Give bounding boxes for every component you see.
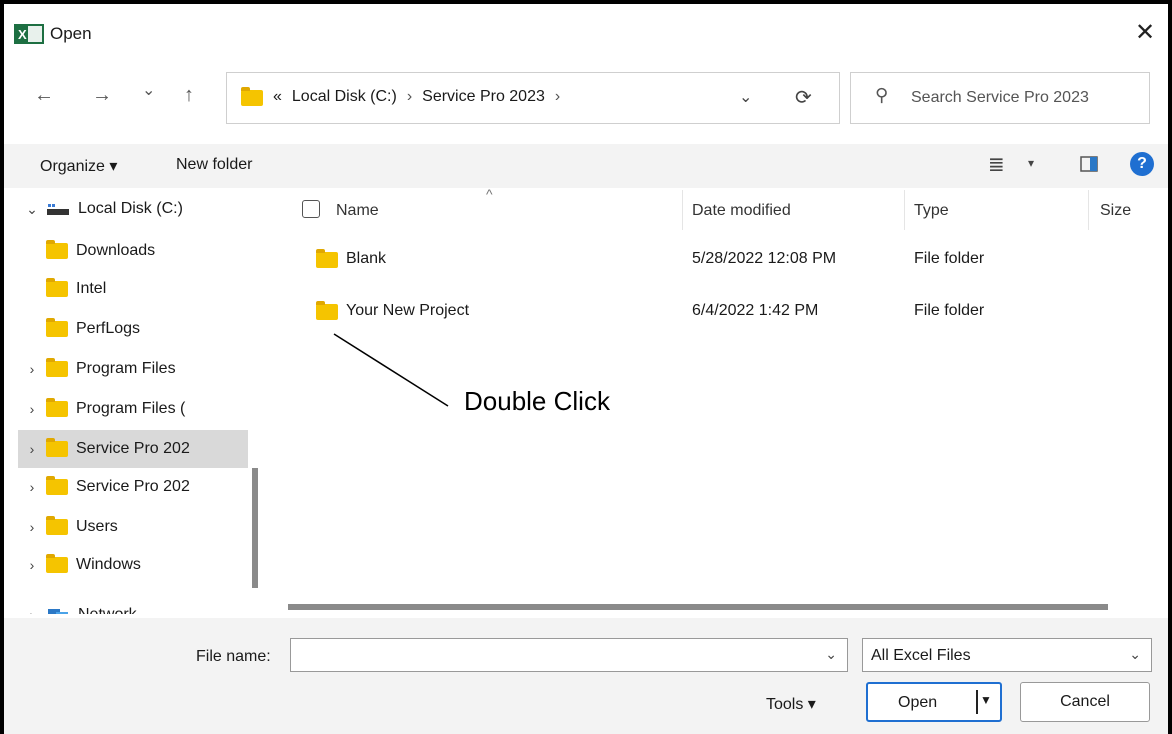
cancel-button[interactable]: Cancel <box>1020 682 1150 722</box>
file-type-filter[interactable]: All Excel Files ⌄ <box>862 638 1152 672</box>
chevron-down-icon[interactable]: ⌄ <box>1129 646 1141 663</box>
open-split-dropdown[interactable]: ▼ <box>976 690 992 714</box>
tools-menu[interactable]: Tools ▾ <box>766 694 816 714</box>
open-button-label: Open <box>898 694 938 711</box>
file-type-filter-value: All Excel Files <box>871 647 971 664</box>
cancel-button-label: Cancel <box>1060 693 1110 710</box>
file-name-label: File name: <box>196 648 271 665</box>
chevron-down-icon[interactable]: ⌄ <box>825 646 837 663</box>
open-dialog: X Open ✕ ← → ⌄ ↑ « Local Disk (C:) › Ser… <box>0 0 1172 734</box>
file-name-input[interactable]: ⌄ <box>290 638 848 672</box>
chevron-down-icon: ▼ <box>980 693 992 707</box>
annotation-label: Double Click <box>464 386 610 416</box>
dialog-footer: File name: ⌄ All Excel Files ⌄ Tools ▾ O… <box>4 618 1168 734</box>
